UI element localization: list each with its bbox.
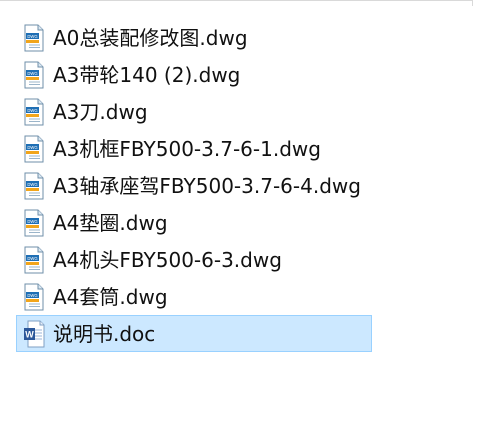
file-name: A3带轮140 (2).dwg — [53, 62, 241, 87]
svg-text:DWG: DWG — [27, 108, 37, 113]
dwg-file-icon: DWG — [24, 283, 44, 310]
file-name: A4套筒.dwg — [53, 284, 168, 309]
file-row-a4-sleeve[interactable]: DWG A4套筒.dwg — [16, 278, 372, 315]
dwg-file-icon: DWG — [24, 209, 44, 236]
file-name: 说明书.doc — [53, 321, 156, 346]
dwg-file-icon: DWG — [24, 61, 44, 88]
file-row-a3-frame[interactable]: DWG A3机框FBY500-3.7-6-1.dwg — [16, 130, 372, 167]
word-document-icon: W — [24, 320, 45, 347]
svg-text:DWG: DWG — [27, 71, 37, 76]
file-name: A0总装配修改图.dwg — [53, 25, 248, 50]
dwg-file-icon: DWG — [24, 172, 44, 199]
svg-text:DWG: DWG — [27, 182, 37, 187]
file-list: DWG A0总装配修改图.dwg DWG A3带轮140 (2).dwg DWG… — [16, 19, 372, 352]
svg-text:DWG: DWG — [27, 219, 37, 224]
file-name: A4机头FBY500-6-3.dwg — [53, 247, 282, 272]
file-name: A3刀.dwg — [53, 99, 148, 124]
svg-text:W: W — [25, 329, 34, 339]
file-row-a3-bearing-seat[interactable]: DWG A3轴承座驾FBY500-3.7-6-4.dwg — [16, 167, 372, 204]
file-name: A3机框FBY500-3.7-6-1.dwg — [53, 136, 321, 161]
file-row-a0-assembly[interactable]: DWG A0总装配修改图.dwg — [16, 19, 372, 56]
dwg-file-icon: DWG — [24, 98, 44, 125]
file-row-a4-washer[interactable]: DWG A4垫圈.dwg — [16, 204, 372, 241]
dwg-file-icon: DWG — [24, 135, 44, 162]
file-row-a3-pulley[interactable]: DWG A3带轮140 (2).dwg — [16, 56, 372, 93]
file-row-manual-selected[interactable]: W 说明书.doc — [16, 315, 372, 352]
dwg-file-icon: DWG — [24, 24, 44, 51]
file-name: A4垫圈.dwg — [53, 210, 168, 235]
svg-text:DWG: DWG — [27, 34, 37, 39]
file-name: A3轴承座驾FBY500-3.7-6-4.dwg — [53, 173, 361, 198]
pane-top-border — [0, 0, 473, 6]
file-row-a4-head[interactable]: DWG A4机头FBY500-6-3.dwg — [16, 241, 372, 278]
dwg-file-icon: DWG — [24, 246, 44, 273]
file-row-a3-knife[interactable]: DWG A3刀.dwg — [16, 93, 372, 130]
svg-text:DWG: DWG — [27, 256, 37, 261]
svg-text:DWG: DWG — [27, 145, 37, 150]
svg-text:DWG: DWG — [27, 293, 37, 298]
file-explorer-pane: DWG A0总装配修改图.dwg DWG A3带轮140 (2).dwg DWG… — [0, 0, 481, 430]
